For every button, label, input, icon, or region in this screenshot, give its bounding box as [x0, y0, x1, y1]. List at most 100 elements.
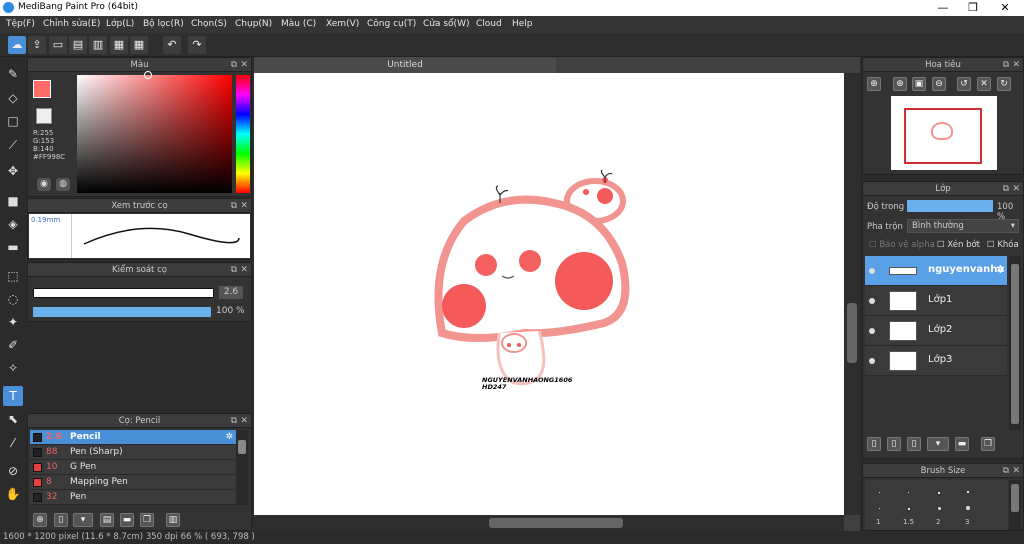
bucket-tool-icon[interactable]: ◈: [3, 214, 23, 234]
zoom-in-icon[interactable]: ⊕: [867, 77, 881, 91]
close-icon[interactable]: ✕: [1012, 182, 1020, 196]
navigator-thumbnail[interactable]: [891, 96, 997, 170]
layer-item[interactable]: nguyenvanha ✲: [865, 256, 1007, 286]
detach-icon[interactable]: ⧉: [231, 414, 237, 428]
duplicate-icon[interactable]: ❐: [981, 437, 995, 451]
brush-list-scrollbar[interactable]: [236, 430, 248, 505]
picker-cursor[interactable]: [144, 71, 152, 79]
text-tool-icon[interactable]: T: [3, 386, 23, 406]
delete-icon[interactable]: ▥: [166, 513, 180, 527]
detach-icon[interactable]: ⧉: [1003, 58, 1009, 72]
hue-slider[interactable]: [236, 75, 250, 193]
layer-opacity-slider[interactable]: [907, 200, 993, 212]
menu-tools[interactable]: Công cụ(T): [367, 19, 416, 29]
minimize-button[interactable]: —: [928, 0, 958, 16]
close-icon[interactable]: ✕: [240, 414, 248, 428]
menu-window[interactable]: Cửa sổ(W): [423, 19, 469, 29]
page-icon[interactable]: ▥: [89, 36, 107, 54]
blend-mode-select[interactable]: Bình thường ▾: [907, 219, 1019, 233]
gear-icon[interactable]: ✲: [225, 430, 233, 445]
menu-select[interactable]: Chọn(S): [191, 19, 227, 29]
layer-item[interactable]: Lớp2: [865, 316, 1007, 346]
menu-cloud[interactable]: Cloud: [476, 19, 502, 29]
comment-icon[interactable]: ▭: [49, 36, 67, 54]
menu-view[interactable]: Xem(V): [326, 19, 359, 29]
menu-filter[interactable]: Bộ lọc(R): [143, 19, 184, 29]
menu-file[interactable]: Tệp(F): [6, 19, 35, 29]
copy-icon[interactable]: ❐: [140, 513, 154, 527]
operation-tool-icon[interactable]: ⬉: [3, 409, 23, 429]
drawing-canvas[interactable]: NGUYENVANHAONG1606 HD247: [254, 73, 844, 515]
menu-color[interactable]: Màu (C): [281, 19, 316, 29]
move-tool-icon[interactable]: ✥: [3, 161, 23, 181]
visibility-icon[interactable]: [869, 268, 875, 274]
fill-shape-tool-icon[interactable]: ■: [3, 191, 23, 211]
close-button[interactable]: ✕: [990, 0, 1020, 16]
cloud-icon[interactable]: ☁: [8, 36, 26, 54]
redo-icon[interactable]: ↷: [188, 36, 206, 54]
detach-icon[interactable]: ⧉: [231, 58, 237, 72]
menu-edit[interactable]: Chỉnh sửa(E): [43, 19, 100, 29]
brush-size-slider[interactable]: [33, 288, 214, 298]
detach-icon[interactable]: ⧉: [231, 199, 237, 213]
palette-icon[interactable]: ◉: [37, 178, 51, 191]
zoom-out-icon[interactable]: ⊖: [932, 77, 946, 91]
brush-item[interactable]: 8 Mapping Pen: [30, 475, 236, 490]
detach-icon[interactable]: ⧉: [1003, 182, 1009, 196]
menu-capture[interactable]: Chụp(N): [235, 19, 272, 29]
close-icon[interactable]: ✕: [240, 263, 248, 277]
eraser-tool-icon[interactable]: ◇: [3, 88, 23, 108]
new-brush-icon[interactable]: ▯: [54, 513, 68, 527]
saturation-value-picker[interactable]: [77, 75, 232, 193]
brush-item[interactable]: 10 G Pen: [30, 460, 236, 475]
new-layer-icon[interactable]: ▯: [867, 437, 881, 451]
menu-layer[interactable]: Lớp(L): [106, 19, 134, 29]
grid-icon[interactable]: ▦: [110, 36, 128, 54]
detach-icon[interactable]: ⧉: [1003, 464, 1009, 478]
rotate-right-icon[interactable]: ↻: [997, 77, 1011, 91]
new-halftone-layer-icon[interactable]: ▯: [887, 437, 901, 451]
transparent-swatch[interactable]: [36, 108, 52, 124]
select-eraser-icon[interactable]: ✧: [3, 358, 23, 378]
select-pen-icon[interactable]: ✐: [3, 335, 23, 355]
close-icon[interactable]: ✕: [240, 58, 248, 72]
share-icon[interactable]: ⇪: [28, 36, 46, 54]
lasso-icon[interactable]: ◌: [3, 289, 23, 309]
add-brush-icon[interactable]: ⊕: [33, 513, 47, 527]
hand-tool-icon[interactable]: ✋: [3, 484, 23, 504]
eyedropper-icon[interactable]: ⊘: [3, 461, 23, 481]
brush-menu-icon[interactable]: ▾: [73, 513, 93, 527]
magic-wand-icon[interactable]: ✦: [3, 312, 23, 332]
gear-icon[interactable]: ✲: [996, 263, 1005, 276]
dropper-tool-icon[interactable]: ⁄: [3, 433, 23, 453]
import-brush-icon[interactable]: ▤: [100, 513, 114, 527]
protect-alpha-checkbox[interactable]: ☐ Bảo vệ alpha: [869, 240, 935, 250]
brush-item[interactable]: 88 Pen (Sharp): [30, 445, 236, 460]
visibility-icon[interactable]: [869, 298, 875, 304]
canvas-horizontal-scrollbar[interactable]: [254, 515, 844, 531]
detach-icon[interactable]: ⧉: [231, 263, 237, 277]
layer-menu-icon[interactable]: ▾: [927, 437, 949, 451]
menu-help[interactable]: Help: [512, 19, 533, 29]
folder-icon[interactable]: ▬: [120, 513, 134, 527]
zoom-in-icon[interactable]: ⊕: [893, 77, 907, 91]
brush-size-grid[interactable]: 1 1.5 2 3: [865, 480, 1008, 530]
clipping-checkbox[interactable]: ☐ Xén bớt: [937, 240, 980, 250]
brush-tool-icon[interactable]: ✎: [3, 64, 23, 84]
close-icon[interactable]: ✕: [1012, 464, 1020, 478]
undo-icon[interactable]: ↶: [163, 36, 181, 54]
document-icon[interactable]: ▤: [69, 36, 87, 54]
layer-list-scrollbar[interactable]: [1009, 256, 1021, 430]
folder-icon[interactable]: ▬: [955, 437, 969, 451]
layout-icon[interactable]: ▦: [130, 36, 148, 54]
layer-item[interactable]: Lớp3: [865, 346, 1007, 376]
line-tool-icon[interactable]: ⟋: [3, 135, 23, 155]
canvas-vertical-scrollbar[interactable]: [844, 73, 860, 515]
brush-size-scrollbar[interactable]: [1009, 480, 1021, 530]
brush-item[interactable]: 32 Pen: [30, 490, 236, 505]
new-8bit-layer-icon[interactable]: ▯: [907, 437, 921, 451]
close-icon[interactable]: ✕: [1012, 58, 1020, 72]
visibility-icon[interactable]: [869, 328, 875, 334]
visibility-icon[interactable]: [869, 358, 875, 364]
fit-icon[interactable]: ▣: [912, 77, 926, 91]
